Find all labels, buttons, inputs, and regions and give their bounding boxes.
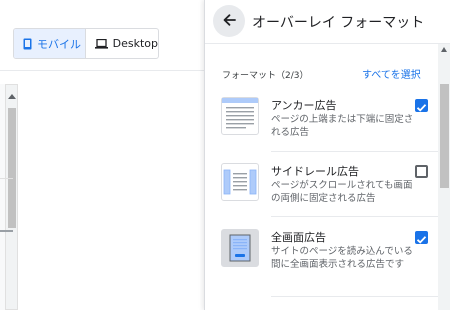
select-all-link[interactable]: すべてを選択 xyxy=(362,66,421,81)
format-count-label: フォーマット（2/3） xyxy=(222,71,309,81)
overlay-format-panel: オーバーレイ フォーマット フォーマット（2/3） すべてを選択 アンカー広告 … xyxy=(204,0,450,310)
preview-area: モバイル Desktop xyxy=(0,0,204,310)
device-toggle: モバイル Desktop xyxy=(13,28,159,59)
desktop-toggle-button[interactable]: Desktop xyxy=(86,29,158,58)
desktop-toggle-label: Desktop xyxy=(112,37,158,50)
scroll-up-arrow-icon[interactable] xyxy=(441,47,447,52)
side-rail-ad-icon xyxy=(221,163,259,201)
preview-divider xyxy=(0,230,13,232)
scroll-up-arrow-icon[interactable] xyxy=(8,94,16,99)
back-button[interactable] xyxy=(213,5,245,37)
anchor-ad-icon xyxy=(221,97,259,135)
format-description: サイトのページを読み込んでいる間に全画面表示される広告です xyxy=(271,246,413,270)
format-description: ページがスクロールされても画面の両側に固定される広告 xyxy=(271,180,413,204)
item-divider xyxy=(271,151,441,152)
checkmark-icon xyxy=(416,104,427,112)
format-title: 全画面広告 xyxy=(271,231,326,244)
arrow-back-icon xyxy=(222,12,236,31)
preview-divider xyxy=(0,70,204,71)
format-title: サイドレール広告 xyxy=(271,165,359,178)
panel-header: オーバーレイ フォーマット xyxy=(205,0,450,44)
format-checkbox-side-rail[interactable] xyxy=(415,165,428,178)
format-checkbox-anchor[interactable] xyxy=(415,99,428,112)
panel-scrollbar-thumb[interactable] xyxy=(440,84,449,188)
mobile-toggle-button[interactable]: モバイル xyxy=(14,29,86,58)
format-checkbox-fullscreen[interactable] xyxy=(415,231,428,244)
item-divider xyxy=(271,296,441,297)
laptop-icon xyxy=(94,38,108,49)
item-divider xyxy=(271,216,441,217)
mobile-toggle-label: モバイル xyxy=(37,37,81,51)
fullscreen-ad-icon xyxy=(221,229,259,267)
smartphone-icon xyxy=(23,38,32,50)
preview-scrollbar-thumb[interactable] xyxy=(8,108,16,228)
checkmark-icon xyxy=(416,236,427,244)
format-title: アンカー広告 xyxy=(271,99,337,112)
panel-title: オーバーレイ フォーマット xyxy=(252,15,425,31)
preview-divider xyxy=(0,178,13,179)
format-description: ページの上端または下端に固定される広告 xyxy=(271,114,414,138)
